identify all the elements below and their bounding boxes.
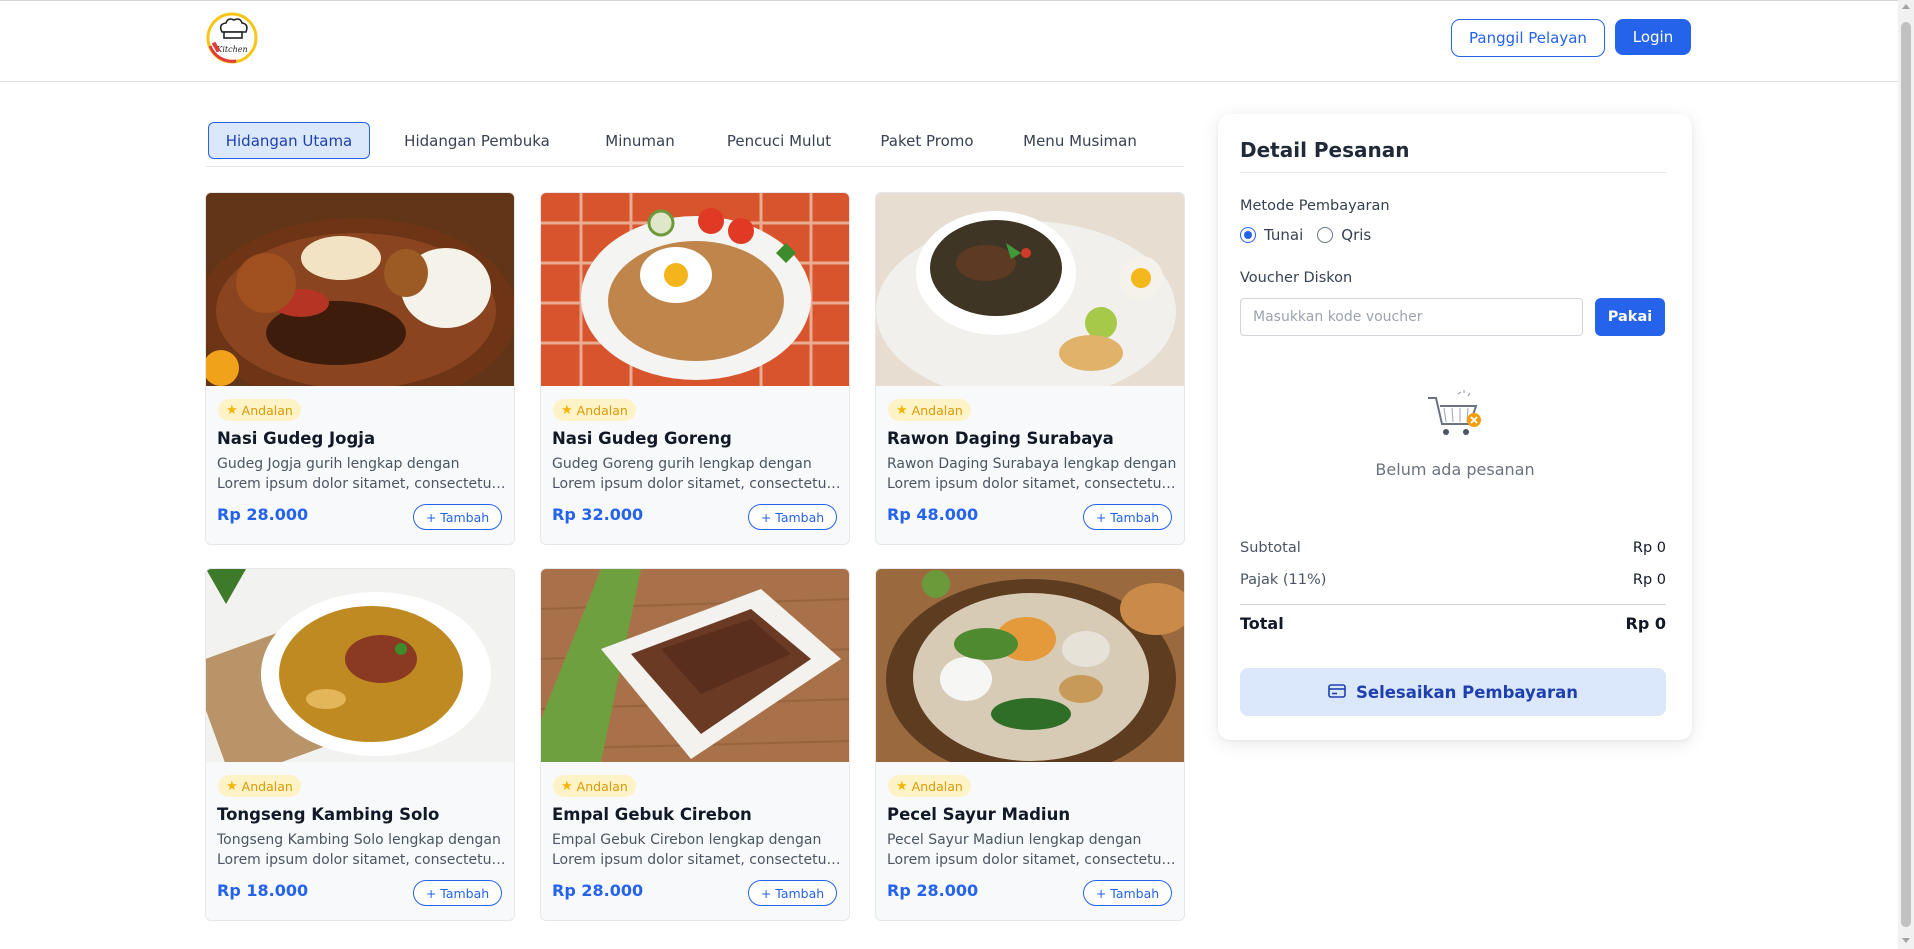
menu-card: ★ Andalan Pecel Sayur Madiun Pecel Sayur …	[875, 568, 1185, 921]
category-tabs: Hidangan Utama Hidangan Pembuka Minuman …	[206, 121, 1184, 167]
menu-item-description: Gudeg Jogja gurih lengkap dengan Lorem i…	[217, 456, 498, 492]
add-to-order-button[interactable]: + Tambah	[1083, 504, 1172, 530]
tab-menu-musiman[interactable]: Menu Musiman	[1012, 122, 1148, 159]
tab-paket-promo[interactable]: Paket Promo	[868, 122, 986, 159]
featured-badge: ★ Andalan	[888, 399, 971, 421]
food-image	[876, 193, 1184, 386]
credit-card-icon	[1328, 683, 1346, 702]
star-icon: ★	[896, 402, 908, 418]
total-value: Rp 0	[1625, 614, 1666, 633]
food-image	[206, 193, 514, 386]
top-navbar: Kitchen Panggil Pelayan Login	[0, 1, 1898, 82]
kitchen-logo[interactable]: Kitchen	[206, 12, 258, 64]
menu-card: ★ Andalan Rawon Daging Surabaya Rawon Dag…	[875, 192, 1185, 545]
scroll-down-arrow-icon[interactable]	[1902, 938, 1910, 943]
menu-item-name: Empal Gebuk Cirebon	[552, 805, 752, 824]
login-button[interactable]: Login	[1615, 19, 1691, 55]
menu-item-price: Rp 28.000	[887, 881, 979, 900]
featured-badge: ★ Andalan	[553, 775, 636, 797]
add-to-order-button[interactable]: + Tambah	[748, 880, 837, 906]
menu-card: ★ Andalan Empal Gebuk Cirebon Empal Gebuk…	[540, 568, 850, 921]
star-icon: ★	[226, 778, 238, 794]
tab-pencuci-mulut[interactable]: Pencuci Mulut	[714, 122, 844, 159]
tax-row: Pajak (11%) Rp 0	[1240, 572, 1666, 588]
complete-payment-button[interactable]: Selesaikan Pembayaran	[1240, 668, 1666, 716]
menu-item-description: Rawon Daging Surabaya lengkap dengan Lor…	[887, 456, 1177, 492]
menu-item-price: Rp 48.000	[887, 505, 979, 524]
menu-card: ★ Andalan Nasi Gudeg Jogja Gudeg Jogja gu…	[205, 192, 515, 545]
tab-hidangan-pembuka[interactable]: Hidangan Pembuka	[396, 122, 558, 159]
featured-badge: ★ Andalan	[888, 775, 971, 797]
menu-item-description: Gudeg Goreng gurih lengkap dengan Lorem …	[552, 456, 833, 492]
menu-item-description: Empal Gebuk Cirebon lengkap dengan Lorem…	[552, 832, 833, 868]
divider	[1240, 604, 1666, 605]
payment-method-options: Tunai Qris	[1240, 226, 1371, 244]
vertical-scrollbar[interactable]	[1898, 0, 1914, 949]
star-icon: ★	[896, 778, 908, 794]
svg-text:Kitchen: Kitchen	[215, 45, 247, 54]
tab-minuman[interactable]: Minuman	[590, 122, 690, 159]
subtotal-row: Subtotal Rp 0	[1240, 540, 1666, 556]
radio-tunai-label[interactable]: Tunai	[1264, 226, 1303, 244]
menu-card: ★ Andalan Tongseng Kambing Solo Tongseng …	[205, 568, 515, 921]
tax-label: Pajak (11%)	[1240, 572, 1327, 588]
radio-qris-label[interactable]: Qris	[1341, 226, 1371, 244]
apply-voucher-button[interactable]: Pakai	[1595, 298, 1665, 336]
menu-item-price: Rp 32.000	[552, 505, 644, 524]
menu-item-price: Rp 18.000	[217, 881, 309, 900]
radio-qris[interactable]	[1317, 227, 1334, 243]
star-icon: ★	[561, 402, 573, 418]
menu-item-description: Tongseng Kambing Solo lengkap dengan Lor…	[217, 832, 501, 868]
tax-value: Rp 0	[1632, 572, 1666, 588]
order-panel-title: Detail Pesanan	[1240, 138, 1410, 162]
add-to-order-button[interactable]: + Tambah	[1083, 880, 1172, 906]
food-image	[541, 569, 849, 762]
payment-method-label: Metode Pembayaran	[1240, 198, 1390, 214]
featured-badge: ★ Andalan	[218, 399, 301, 421]
empty-order-text: Belum ada pesanan	[1375, 460, 1535, 479]
menu-item-name: Pecel Sayur Madiun	[887, 805, 1071, 824]
scroll-thumb[interactable]	[1901, 22, 1911, 927]
subtotal-value: Rp 0	[1632, 540, 1666, 556]
menu-item-name: Nasi Gudeg Jogja	[217, 429, 376, 448]
food-image	[541, 193, 849, 386]
menu-card: ★ Andalan Nasi Gudeg Goreng Gudeg Goreng …	[540, 192, 850, 545]
menu-item-description: Pecel Sayur Madiun lengkap dengan Lorem …	[887, 832, 1168, 868]
food-image	[876, 569, 1184, 762]
total-row: Total Rp 0	[1240, 614, 1666, 633]
menu-item-name: Tongseng Kambing Solo	[217, 805, 440, 824]
add-to-order-button[interactable]: + Tambah	[413, 504, 502, 530]
empty-cart-icon	[1424, 390, 1484, 442]
order-detail-panel: Detail Pesanan Metode Pembayaran Tunai Q…	[1218, 114, 1692, 740]
total-label: Total	[1240, 614, 1284, 633]
menu-item-name: Nasi Gudeg Goreng	[552, 429, 732, 448]
featured-badge: ★ Andalan	[553, 399, 636, 421]
featured-badge: ★ Andalan	[218, 775, 301, 797]
complete-payment-label: Selesaikan Pembayaran	[1356, 682, 1578, 702]
radio-tunai[interactable]	[1240, 227, 1256, 243]
menu-item-price: Rp 28.000	[552, 881, 644, 900]
food-image	[206, 569, 514, 762]
tab-hidangan-utama[interactable]: Hidangan Utama	[208, 122, 370, 159]
menu-item-price: Rp 28.000	[217, 505, 309, 524]
call-waiter-button[interactable]: Panggil Pelayan	[1451, 19, 1605, 57]
menu-item-name: Rawon Daging Surabaya	[887, 429, 1114, 448]
star-icon: ★	[226, 402, 238, 418]
scroll-up-arrow-icon[interactable]	[1902, 4, 1910, 9]
voucher-label: Voucher Diskon	[1240, 270, 1353, 286]
voucher-input[interactable]	[1240, 298, 1583, 336]
star-icon: ★	[561, 778, 573, 794]
add-to-order-button[interactable]: + Tambah	[413, 880, 502, 906]
divider	[1240, 172, 1666, 173]
subtotal-label: Subtotal	[1240, 540, 1301, 556]
add-to-order-button[interactable]: + Tambah	[748, 504, 837, 530]
